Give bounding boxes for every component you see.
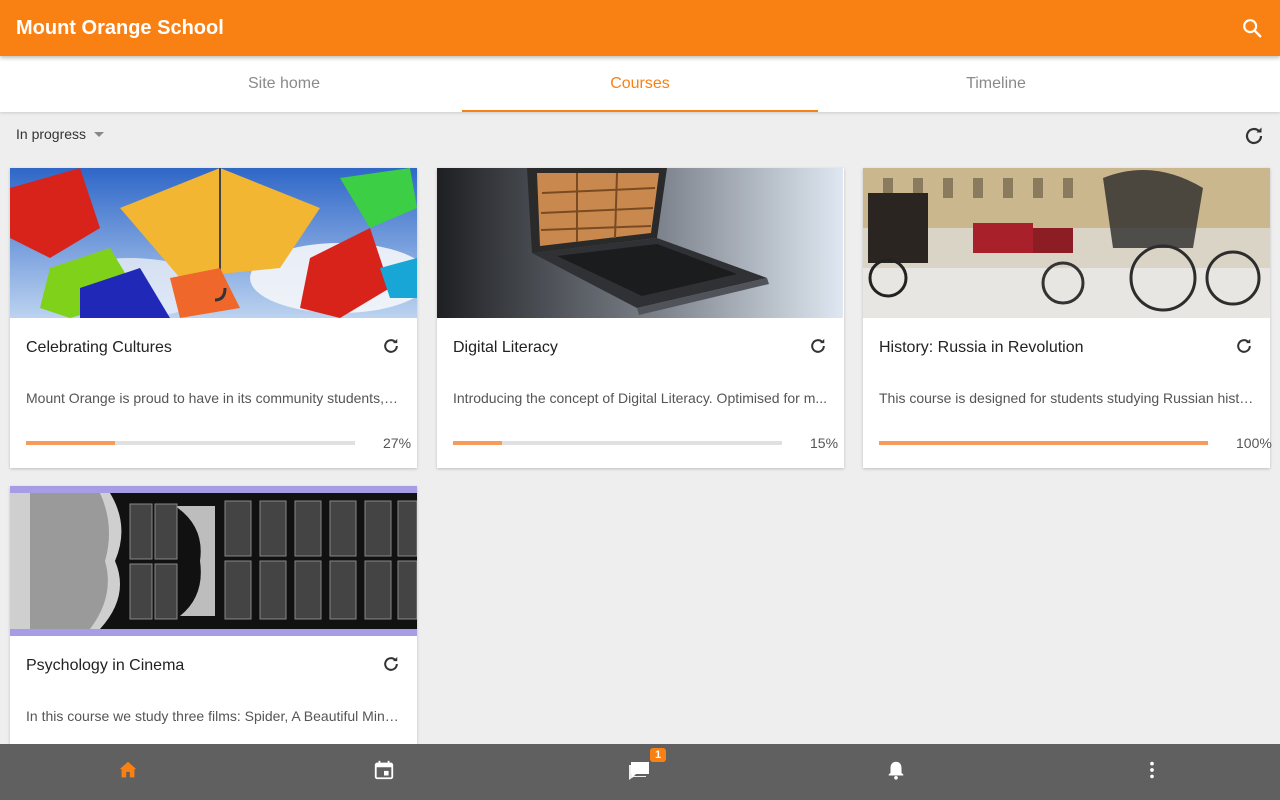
app-bar: Mount Orange School xyxy=(0,0,1280,56)
main-tabs: Site home Courses Timeline xyxy=(0,56,1280,112)
course-image-faces xyxy=(10,486,417,636)
home-icon xyxy=(117,759,139,786)
progress-fill xyxy=(453,441,503,445)
refresh-icon[interactable] xyxy=(808,336,828,361)
course-progress: 15% xyxy=(453,418,838,468)
course-card[interactable]: Celebrating Cultures Mount Orange is pro… xyxy=(10,168,417,468)
more-vertical-icon xyxy=(1141,759,1163,786)
course-summary: Mount Orange is proud to have in its com… xyxy=(26,390,401,406)
progress-percent: 15% xyxy=(810,435,839,451)
course-card[interactable]: Psychology in Cinema In this course we s… xyxy=(10,486,417,744)
course-card[interactable]: Digital Literacy Introducing the concept… xyxy=(437,168,844,468)
progress-percent: 27% xyxy=(383,435,412,451)
course-name[interactable]: Celebrating Cultures xyxy=(26,339,172,357)
course-filter-select[interactable]: In progress xyxy=(16,126,105,142)
nav-calendar[interactable] xyxy=(256,744,512,800)
progress-bar xyxy=(26,441,355,445)
course-card[interactable]: History: Russia in Revolution This cours… xyxy=(863,168,1272,468)
refresh-icon[interactable] xyxy=(381,654,401,679)
nav-more[interactable] xyxy=(1024,744,1280,800)
messages-badge: 1 xyxy=(650,748,667,762)
nav-messages[interactable]: 1 xyxy=(512,744,768,800)
caret-down-icon xyxy=(94,131,105,137)
course-filter-value: In progress xyxy=(16,126,87,142)
progress-fill xyxy=(26,441,115,445)
tab-site-home[interactable]: Site home xyxy=(106,56,462,112)
progress-bar xyxy=(453,441,782,445)
calendar-icon xyxy=(373,759,395,786)
tab-courses[interactable]: Courses xyxy=(462,56,818,112)
search-icon[interactable] xyxy=(1240,16,1264,40)
course-image-laptop xyxy=(437,168,844,318)
course-summary: Introducing the concept of Digital Liter… xyxy=(453,390,828,406)
progress-bar xyxy=(879,441,1208,445)
course-image-umbrellas xyxy=(10,168,417,318)
tab-timeline[interactable]: Timeline xyxy=(818,56,1174,112)
course-progress: 27% xyxy=(26,418,411,468)
progress-percent: 100% xyxy=(1236,435,1272,451)
course-image-carriages xyxy=(863,168,1270,318)
messages-icon xyxy=(628,758,652,787)
course-name[interactable]: Digital Literacy xyxy=(453,339,558,357)
refresh-icon[interactable] xyxy=(381,336,401,361)
course-name[interactable]: History: Russia in Revolution xyxy=(879,339,1084,357)
bell-icon xyxy=(885,759,907,786)
course-progress: 100% xyxy=(879,418,1272,468)
refresh-icon[interactable] xyxy=(1234,336,1254,361)
progress-fill xyxy=(879,441,1208,445)
nav-home[interactable] xyxy=(0,744,256,800)
site-title: Mount Orange School xyxy=(16,16,224,39)
nav-notifications[interactable] xyxy=(768,744,1024,800)
bottom-navigation: 1 xyxy=(0,744,1280,800)
course-name[interactable]: Psychology in Cinema xyxy=(26,657,184,675)
course-summary: In this course we study three films: Spi… xyxy=(26,708,401,724)
refresh-icon[interactable] xyxy=(1242,124,1266,148)
course-summary: This course is designed for students stu… xyxy=(879,390,1254,406)
